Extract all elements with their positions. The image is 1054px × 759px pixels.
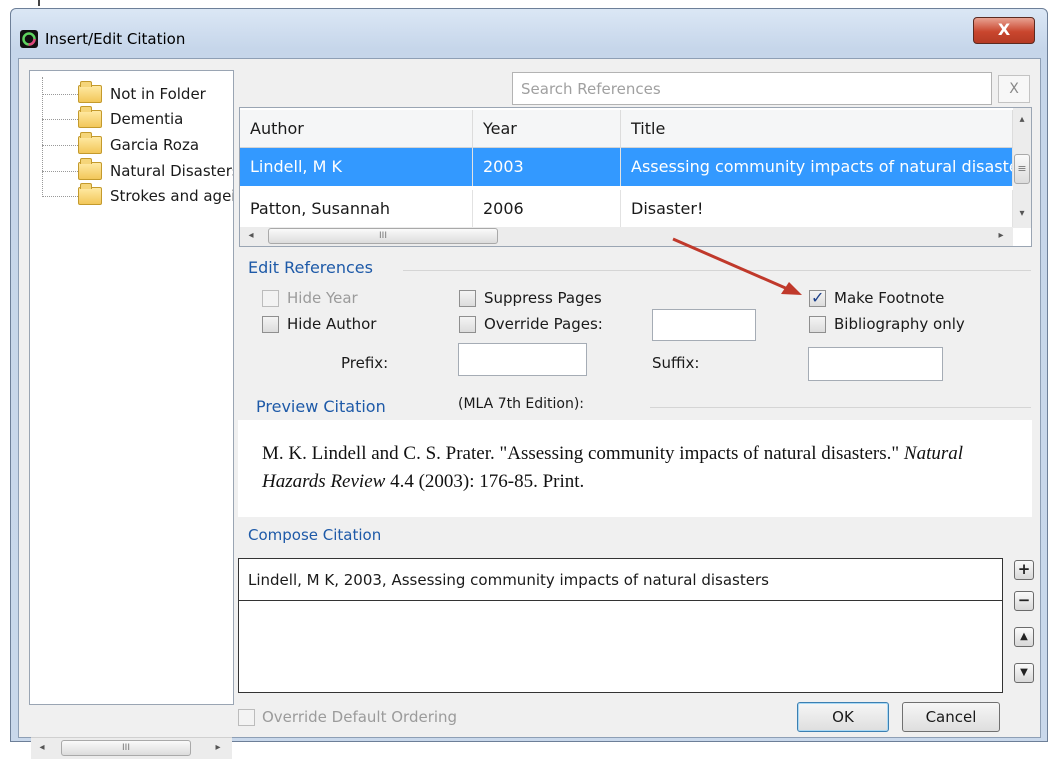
hide-author-label: Hide Author	[287, 315, 377, 333]
ok-button[interactable]: OK	[797, 702, 889, 732]
override-default-ordering-checkbox[interactable]	[238, 709, 255, 726]
app-icon	[20, 30, 38, 48]
column-header-year[interactable]: Year	[473, 110, 621, 148]
folder-tree[interactable]: Not in Folder Dementia Garcia Roza Natur…	[29, 70, 234, 759]
folder-item-dementia[interactable]: Dementia	[30, 106, 184, 130]
search-input[interactable]	[512, 72, 992, 105]
cell-year: 2006	[473, 190, 621, 228]
edge-mark	[38, 0, 40, 6]
folder-tree-hscrollbar[interactable]: ◂ III ▸	[31, 737, 232, 759]
cancel-button[interactable]: Cancel	[902, 702, 1000, 732]
cell-author: Patton, Susannah	[240, 190, 473, 228]
scroll-thumb[interactable]: ≡	[1014, 154, 1030, 184]
scroll-right-arrow-icon[interactable]: ▸	[209, 738, 227, 758]
table-hscrollbar[interactable]: ◂ III ▸	[240, 227, 1013, 246]
prefix-label: Prefix:	[341, 354, 389, 372]
references-table[interactable]: Author Year Title Lindell, M K 2003 Asse…	[239, 107, 1032, 247]
folder-icon	[78, 158, 102, 180]
suffix-input[interactable]	[808, 347, 943, 381]
folder-label: Dementia	[110, 110, 184, 128]
hide-year-checkbox[interactable]	[262, 290, 279, 307]
table-vscrollbar[interactable]: ▴ ≡ ▾	[1013, 108, 1031, 228]
cell-year: 2003	[473, 148, 621, 186]
cell-author: Lindell, M K	[240, 148, 473, 186]
group-divider	[650, 407, 1031, 408]
suffix-label: Suffix:	[652, 354, 700, 372]
move-down-button[interactable]: ▼	[1014, 663, 1034, 683]
folder-icon	[78, 81, 102, 103]
make-footnote-label: Make Footnote	[834, 289, 945, 307]
preview-citation-title: Preview Citation	[256, 397, 386, 416]
bibliography-only-checkbox[interactable]	[809, 316, 826, 333]
move-up-button[interactable]: ▲	[1014, 627, 1034, 647]
group-divider	[403, 270, 1031, 271]
compose-citation-title: Compose Citation	[248, 526, 382, 544]
page-margin	[0, 0, 10, 742]
cell-title: Disaster!	[621, 190, 1013, 228]
override-default-ordering-label: Override Default Ordering	[262, 708, 458, 726]
folder-label: Garcia Roza	[110, 136, 200, 154]
compose-citation-list[interactable]: Lindell, M K, 2003, Assessing community …	[238, 558, 1003, 693]
window-title: Insert/Edit Citation	[45, 30, 186, 48]
folder-item-garcia-roza[interactable]: Garcia Roza	[30, 132, 200, 156]
scroll-left-arrow-icon[interactable]: ◂	[33, 738, 51, 758]
column-header-author[interactable]: Author	[240, 110, 473, 148]
list-item[interactable]: Lindell, M K, 2003, Assessing community …	[239, 559, 1002, 601]
folder-label: Natural Disasters	[110, 162, 233, 180]
scroll-left-arrow-icon[interactable]: ◂	[242, 226, 260, 246]
edit-references-title: Edit References	[248, 258, 373, 277]
folder-item-natural-disasters[interactable]: Natural Disasters	[30, 158, 233, 182]
citation-style-label: (MLA 7th Edition):	[458, 396, 585, 412]
hide-year-label: Hide Year	[287, 289, 358, 307]
folder-item-not-in-folder[interactable]: Not in Folder	[30, 81, 206, 105]
preview-citation-box: M. K. Lindell and C. S. Prater. "Assessi…	[238, 420, 1032, 517]
prefix-input[interactable]	[458, 343, 587, 376]
scroll-thumb[interactable]: III	[61, 740, 191, 756]
preview-text-authors-title: M. K. Lindell and C. S. Prater. "Assessi…	[262, 443, 904, 464]
folder-label: Strokes and ageing	[110, 187, 233, 205]
folder-tree-viewport: Not in Folder Dementia Garcia Roza Natur…	[30, 71, 233, 231]
suppress-pages-checkbox[interactable]	[459, 290, 476, 307]
folder-icon	[78, 183, 102, 205]
preview-citation-text: M. K. Lindell and C. S. Prater. "Assessi…	[262, 440, 992, 496]
close-button[interactable]: X	[973, 17, 1035, 44]
scroll-thumb[interactable]: III	[268, 228, 498, 244]
make-footnote-checkbox[interactable]	[809, 288, 826, 307]
hide-author-checkbox[interactable]	[262, 316, 279, 333]
folder-label: Not in Folder	[110, 85, 206, 103]
add-citation-button[interactable]: +	[1014, 560, 1034, 580]
folder-icon	[78, 132, 102, 154]
cell-title: Assessing community impacts of natural d…	[621, 148, 1013, 186]
scroll-up-arrow-icon[interactable]: ▴	[1013, 110, 1031, 130]
override-pages-label: Override Pages:	[484, 315, 603, 333]
override-pages-input[interactable]	[652, 309, 756, 341]
suppress-pages-label: Suppress Pages	[484, 289, 602, 307]
folder-item-strokes-and-ageing[interactable]: Strokes and ageing	[30, 183, 233, 207]
preview-text-details: 4.4 (2003): 176-85. Print.	[385, 471, 585, 492]
scroll-right-arrow-icon[interactable]: ▸	[992, 226, 1010, 246]
search-clear-button[interactable]: X	[998, 75, 1030, 103]
override-pages-checkbox[interactable]	[459, 316, 476, 333]
scroll-down-arrow-icon[interactable]: ▾	[1013, 204, 1031, 224]
bibliography-only-label: Bibliography only	[834, 315, 965, 333]
column-header-title[interactable]: Title	[621, 110, 1013, 148]
remove-citation-button[interactable]: −	[1014, 591, 1034, 611]
folder-icon	[78, 106, 102, 128]
